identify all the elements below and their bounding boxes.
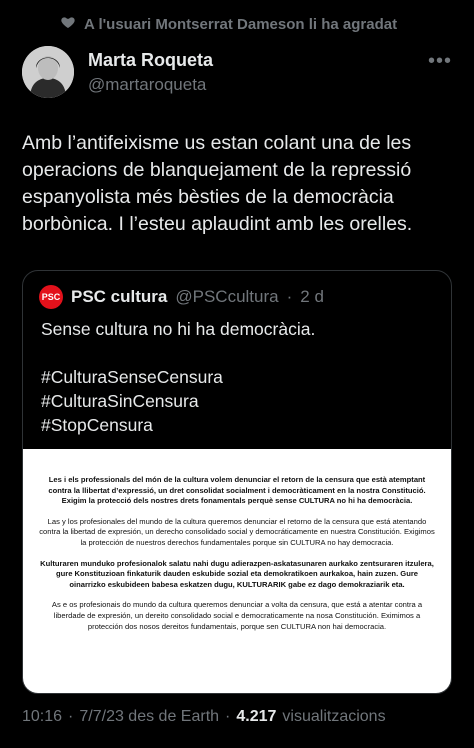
quote-time: 2 d xyxy=(300,287,324,306)
author-info: Marta Roqueta @martaroqueta xyxy=(88,50,213,95)
tweet-time[interactable]: 10:16 xyxy=(22,708,62,726)
quote-image[interactable]: Les i els professionals del món de la cu… xyxy=(23,449,451,693)
quote-author-name: PSC cultura xyxy=(71,287,168,306)
author-handle[interactable]: @martaroqueta xyxy=(88,75,213,95)
quoted-tweet[interactable]: PSC PSC cultura @PSCcultura · 2 d Sense … xyxy=(22,270,452,694)
psc-logo: PSC xyxy=(39,285,63,309)
image-paragraph-spanish: Las y los profesionales del mundo de la … xyxy=(39,516,435,547)
social-context-text: A l'usuari Montserrat Dameson li ha agra… xyxy=(84,15,398,33)
footer-separator: · xyxy=(68,708,74,725)
avatar[interactable] xyxy=(22,46,74,98)
quote-author-handle: @PSCcultura xyxy=(175,287,279,306)
views-label: visualitzacions xyxy=(282,708,386,725)
social-context[interactable]: A l'usuari Montserrat Dameson li ha agra… xyxy=(60,14,397,34)
hashtag[interactable]: #CulturaSinCensura xyxy=(41,389,441,413)
hashtag[interactable]: #StopCensura xyxy=(41,413,441,437)
tweet-date[interactable]: 7/7/23 des de Earth xyxy=(79,708,219,726)
tweet-text: Amb l’antifeixisme us estan colant una d… xyxy=(22,132,413,235)
dots-icon[interactable]: ••• xyxy=(428,50,452,73)
quote-body: Sense cultura no hi ha democràcia. xyxy=(41,319,316,339)
heart-icon xyxy=(60,14,76,34)
quote-header: PSC PSC cultura @PSCcultura · 2 d xyxy=(39,285,324,309)
quote-text: Sense cultura no hi ha democràcia. #Cult… xyxy=(41,317,441,437)
quote-separator: · xyxy=(286,287,293,306)
image-paragraph-basque: Kulturaren munduko profesionalok salatu … xyxy=(40,558,434,589)
views-count: 4.217 xyxy=(236,708,277,725)
author-name[interactable]: Marta Roqueta xyxy=(88,50,213,71)
tweet-footer: 10:16 · 7/7/23 des de Earth · 4.217 visu… xyxy=(22,708,386,726)
image-paragraph-catalan: Les i els professionals del món de la cu… xyxy=(48,475,426,506)
footer-separator: · xyxy=(225,708,231,725)
image-paragraph-galician: As e os profesionais do mundo da cultura… xyxy=(51,600,423,631)
hashtag[interactable]: #CulturaSenseCensura xyxy=(41,365,441,389)
